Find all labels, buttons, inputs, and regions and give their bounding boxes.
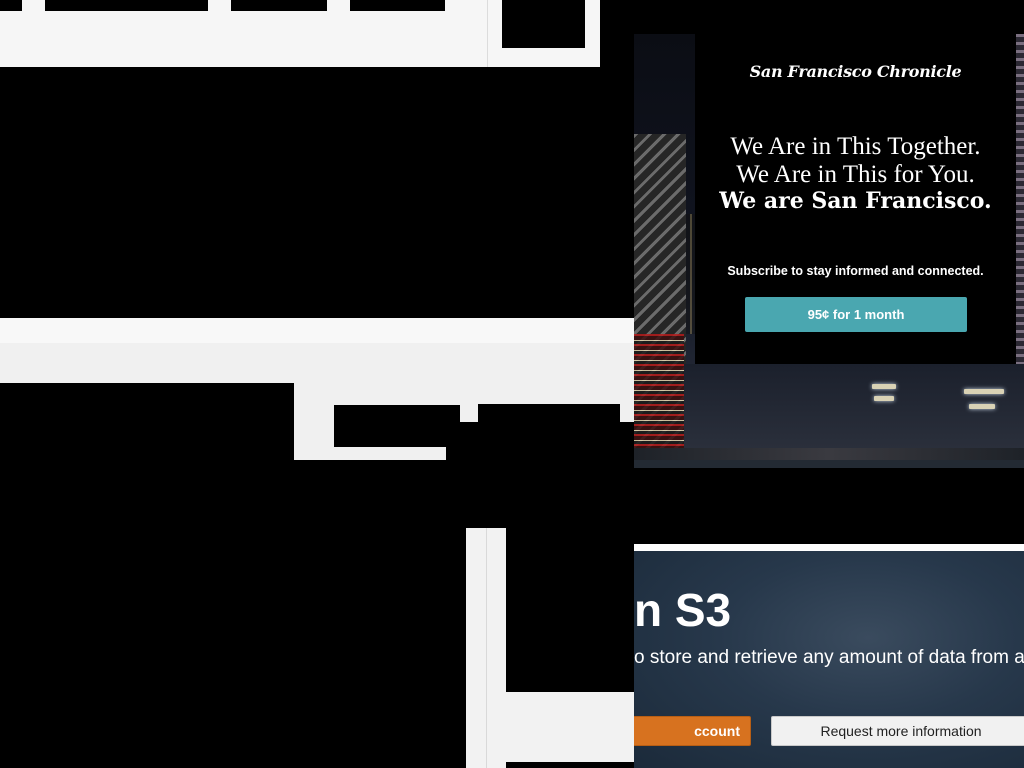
image-bottom-edge [634, 448, 1024, 460]
nav-tab-placeholder[interactable] [45, 0, 208, 11]
blank-block [446, 422, 634, 460]
request-info-button[interactable]: Request more information [771, 716, 1024, 746]
nav-tab-placeholder[interactable] [350, 0, 445, 11]
header-block [502, 0, 585, 48]
boat [969, 404, 995, 409]
nav-tab-placeholder[interactable] [0, 0, 22, 11]
create-account-button[interactable]: ccount [634, 716, 751, 746]
aws-top-border [634, 544, 1024, 551]
boat [964, 389, 1004, 394]
content-band [0, 343, 634, 383]
content-band [0, 318, 634, 343]
headline-line-1: We Are in This Together. [730, 133, 981, 160]
blank-button[interactable] [478, 404, 620, 424]
side-block [506, 762, 634, 768]
divider [486, 528, 487, 768]
side-block [506, 528, 634, 692]
headline-line-2: We Are in This for You. [736, 161, 975, 188]
aws-hero-title: n S3 [634, 584, 732, 636]
blank-button[interactable] [334, 405, 460, 447]
subscribe-offer-button[interactable]: 95¢ for 1 month [745, 297, 967, 332]
aws-hero-description: o store and retrieve any amount of data … [634, 647, 1024, 668]
subscribe-subtext: Subscribe to stay informed and connected… [727, 264, 984, 278]
boat [872, 384, 896, 389]
aws-s3-hero: n S3 o store and retrieve any amount of … [634, 551, 1024, 768]
divider [487, 0, 488, 67]
chronicle-logo: San Francisco Chronicle [749, 62, 962, 81]
chronicle-subscribe-panel: San Francisco Chronicle We Are in This T… [695, 34, 1016, 364]
nav-tab-placeholder[interactable] [231, 0, 327, 11]
skyline-edge [1016, 34, 1024, 364]
headline-line-3: We are San Francisco. [719, 188, 992, 214]
traffic-lights [634, 334, 684, 448]
image-bottom-bar [634, 460, 1024, 468]
boat [874, 396, 894, 401]
bay-water [684, 364, 1024, 448]
